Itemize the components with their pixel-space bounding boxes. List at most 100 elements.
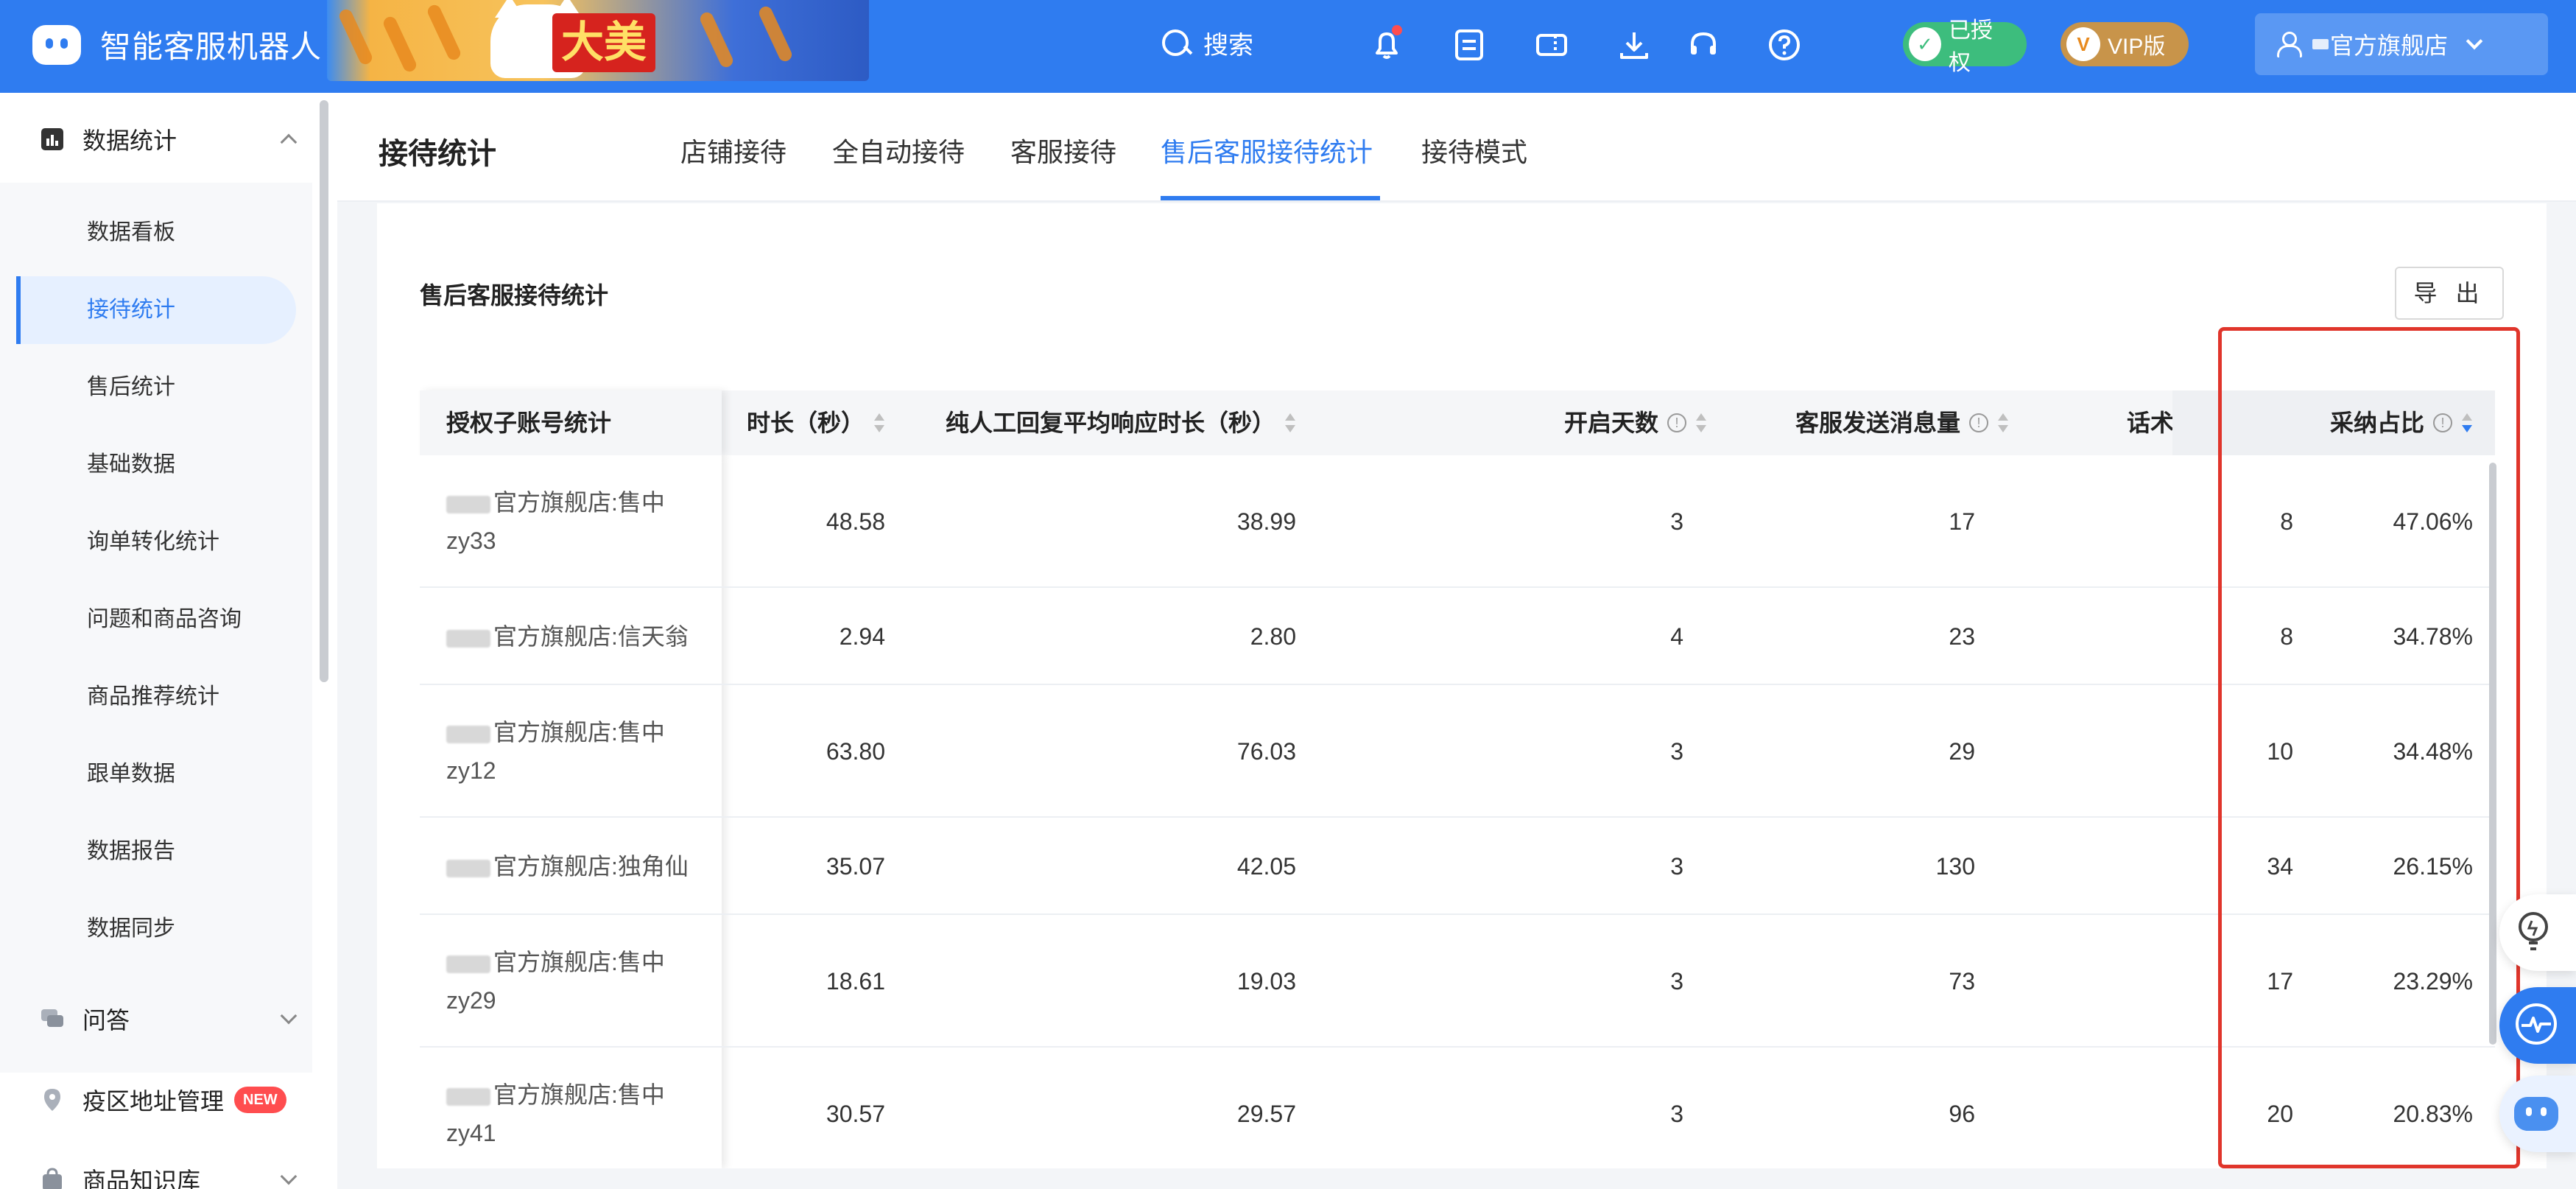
cell-manual-response: 29.57 <box>1236 1100 1296 1127</box>
table-row[interactable]: 18.61 19.03 3 73 17 23.29% 官方旗舰店:售中 zy29 <box>420 915 2495 1048</box>
sort-icon[interactable] <box>1284 410 1296 435</box>
table-row[interactable]: 48.58 38.99 3 17 8 47.06% 官方旗舰店:售中 zy33 <box>420 455 2495 588</box>
cell-manual-response: 76.03 <box>1236 737 1296 765</box>
chevron-down-icon <box>2466 32 2483 50</box>
table-row[interactable]: 30.57 29.57 3 96 20 20.83% 官方旗舰店:售中 zy41 <box>420 1048 2495 1168</box>
page-title: 接待统计 <box>379 138 496 170</box>
column-label: 纯人工回复平均响应时长（秒） <box>945 410 1275 436</box>
info-icon[interactable]: ! <box>1667 413 1686 432</box>
vip-badge: V VIP版 <box>2061 22 2189 66</box>
cell-manual-response: 38.99 <box>1236 508 1296 535</box>
notification-dot <box>1392 25 1402 35</box>
cell-messages-sent: 17 <box>1949 508 1975 535</box>
account-name: 官方旗舰店:售中 <box>493 949 665 975</box>
redacted-mark <box>446 725 490 743</box>
cell-manual-response: 2.80 <box>1250 622 1296 650</box>
store-name: 官方旗舰店 <box>2330 32 2449 59</box>
top-bar: 智能客服机器人 大美 搜索 ✓ 已授权 V VIP版 官方旗舰店 <box>0 0 2576 93</box>
col-account: 授权子账号统计 <box>420 390 722 455</box>
sidebar-item-dashboard[interactable]: 数据看板 <box>0 199 295 267</box>
cell-duration: 30.57 <box>826 1100 885 1127</box>
ticket-icon[interactable] <box>1535 28 1569 62</box>
sidebar-item-data-report[interactable]: 数据报告 <box>0 818 295 885</box>
sidebar-item-question-product[interactable]: 问题和商品咨询 <box>0 586 295 653</box>
sidebar-item-reception-stats[interactable]: 接待统计 <box>16 276 296 344</box>
sidebar-item-inquiry-conversion[interactable]: 询单转化统计 <box>0 508 295 576</box>
sidebar-item-basic-data[interactable]: 基础数据 <box>0 431 295 499</box>
bar-chart-icon <box>40 127 65 152</box>
cell-account: 官方旗舰店:独角仙 <box>420 818 722 915</box>
column-label: 客服发送消息量 <box>1795 410 1960 436</box>
redacted-mark <box>446 1087 490 1106</box>
table-header: 时长（秒） 纯人工回复平均响应时长（秒） 开启天数 ! 客服发送消息量 ! 话术… <box>420 390 2495 455</box>
sidebar-section-epidemic[interactable]: 疫区地址管理 NEW <box>0 1059 324 1140</box>
sidebar-item-follow-up[interactable]: 跟单数据 <box>0 740 295 808</box>
cell-account: 官方旗舰店:售中 zy41 <box>420 1048 722 1168</box>
sidebar: 数据统计 数据看板 接待统计 售后统计 基础数据 询单转化统计 问题和商品咨询 … <box>0 93 337 1189</box>
sidebar-item-data-sync[interactable]: 数据同步 <box>0 895 295 963</box>
help-icon[interactable] <box>1767 28 1801 62</box>
headset-icon[interactable] <box>1686 28 1720 62</box>
column-label: 授权子账号统计 <box>446 410 612 436</box>
task-list-icon[interactable] <box>1452 28 1486 62</box>
tab-agent-reception[interactable]: 客服接待 <box>1010 131 1116 169</box>
col-duration[interactable]: 时长（秒） <box>722 390 885 455</box>
search-icon <box>1161 28 1192 59</box>
table-row[interactable]: 63.80 76.03 3 29 10 34.48% 官方旗舰店:售中 zy12 <box>420 685 2495 818</box>
sidebar-section-knowledge[interactable]: 商品知识库 <box>0 1139 324 1189</box>
sidebar-section-data-stats[interactable]: 数据统计 <box>0 99 324 180</box>
sidebar-item-product-recommend[interactable]: 商品推荐统计 <box>0 663 295 731</box>
cell-duration: 48.58 <box>826 508 885 535</box>
account-name: 官方旗舰店:售中 <box>493 719 665 746</box>
activity-float-button[interactable] <box>2499 987 2576 1064</box>
vip-label: VIP版 <box>2108 35 2166 59</box>
redacted-mark <box>2312 39 2329 49</box>
sort-icon[interactable] <box>873 410 885 435</box>
tab-auto-reception[interactable]: 全自动接待 <box>832 131 965 169</box>
sidebar-subnav: 数据看板 接待统计 售后统计 基础数据 询单转化统计 问题和商品咨询 商品推荐统… <box>0 183 312 1073</box>
sidebar-section-label: 问答 <box>82 1007 130 1034</box>
sidebar-item-after-sales-stats[interactable]: 售后统计 <box>0 354 295 421</box>
main-header: 接待统计 店铺接待 全自动接待 客服接待 售后客服接待统计 接待模式 <box>337 93 2576 202</box>
tips-float-button[interactable] <box>2499 894 2576 971</box>
sidebar-section-qa[interactable]: 问答 <box>0 978 324 1059</box>
cell-messages-sent: 96 <box>1949 1100 1975 1127</box>
download-icon[interactable] <box>1617 28 1651 62</box>
col-manual-response[interactable]: 纯人工回复平均响应时长（秒） <box>915 390 1296 455</box>
account-name: 官方旗舰店:独角仙 <box>493 853 689 880</box>
export-button[interactable]: 导 出 <box>2395 267 2504 320</box>
table-row[interactable]: 35.07 42.05 3 130 34 26.15% 官方旗舰店:独角仙 <box>420 818 2495 915</box>
redacted-mark <box>446 629 490 648</box>
redacted-mark <box>446 859 490 877</box>
store-account-dropdown[interactable]: 官方旗舰店 <box>2255 13 2548 75</box>
chat-icon <box>40 1006 65 1031</box>
chatbot-float-button[interactable] <box>2499 1076 2576 1152</box>
app-title: 智能客服机器人 <box>100 29 323 64</box>
robot-logo-icon <box>29 18 84 72</box>
active-tab-indicator <box>1161 196 1380 200</box>
cell-enabled-days: 3 <box>1670 737 1683 765</box>
promo-banner[interactable]: 大美 <box>327 0 869 81</box>
sort-icon[interactable] <box>1997 410 2009 435</box>
account-name: 官方旗舰店:售中 <box>493 489 665 516</box>
table-row[interactable]: 2.94 2.80 4 23 8 34.78% 官方旗舰店:信天翁 <box>420 588 2495 685</box>
cell-duration: 18.61 <box>826 967 885 995</box>
tab-after-sales-reception[interactable]: 售后客服接待统计 <box>1161 131 1373 169</box>
cell-enabled-days: 4 <box>1670 622 1683 650</box>
lightbulb-icon <box>2514 909 2552 957</box>
vip-icon: V <box>2066 27 2100 61</box>
chevron-down-icon <box>280 1168 298 1185</box>
column-label: 时长（秒） <box>746 410 865 436</box>
sidebar-section-label: 商品知识库 <box>82 1168 201 1189</box>
col-enabled-days[interactable]: 开启天数 ! <box>1326 390 1707 455</box>
tab-reception-mode[interactable]: 接待模式 <box>1421 131 1527 169</box>
tab-store-reception[interactable]: 店铺接待 <box>680 131 786 169</box>
bell-icon[interactable] <box>1370 25 1404 62</box>
cell-duration: 2.94 <box>839 622 885 650</box>
search-button[interactable]: 搜索 <box>1161 25 1253 61</box>
info-icon[interactable]: ! <box>1969 413 1988 432</box>
sidebar-scrollbar[interactable] <box>320 100 328 682</box>
cell-messages-sent: 130 <box>1935 852 1975 880</box>
col-messages-sent[interactable]: 客服发送消息量 ! <box>1738 390 2009 455</box>
sort-icon[interactable] <box>1695 410 1707 435</box>
